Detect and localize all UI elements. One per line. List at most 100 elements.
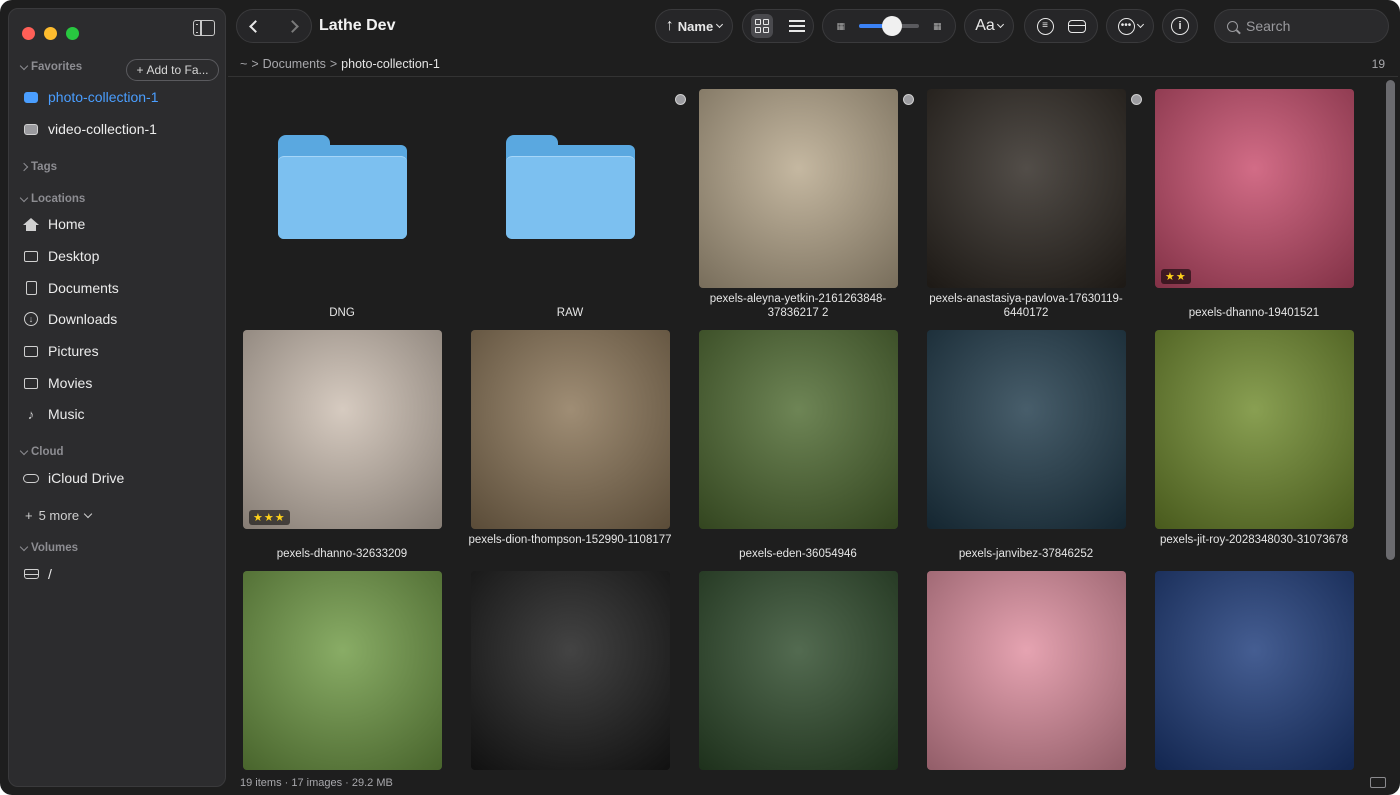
search-icon xyxy=(1227,20,1238,32)
image-thumbnail xyxy=(243,571,442,770)
cloud-icon xyxy=(23,470,39,486)
search-field[interactable]: Search xyxy=(1214,9,1389,43)
film-icon xyxy=(23,121,39,137)
chevron-down-icon xyxy=(996,20,1004,29)
breadcrumb-current[interactable]: photo-collection-1 xyxy=(341,57,440,71)
image-item[interactable] xyxy=(228,559,456,771)
thumbnail-size-slider[interactable] xyxy=(859,16,919,36)
info-icon: i xyxy=(1171,17,1189,35)
toolbar: Lathe Dev ↑ Name ▦ ▦ Aa ≡ ••• i Search xyxy=(226,0,1400,52)
image-thumbnail xyxy=(699,330,898,529)
sidebar-item-home[interactable]: Home xyxy=(23,211,219,237)
chevron-down-icon xyxy=(716,20,724,29)
image-item[interactable] xyxy=(1140,559,1368,771)
list-view-icon[interactable] xyxy=(789,20,805,32)
thumbnail-size-control: ▦ ▦ xyxy=(822,9,956,43)
locations-section-header[interactable]: Locations xyxy=(19,193,85,205)
sidebar-item-pictures[interactable]: Pictures xyxy=(23,338,219,364)
window-title: Lathe Dev xyxy=(319,17,396,34)
status-bar-text: 19 items · 17 images · 29.2 MB xyxy=(240,777,393,789)
small-grid-icon: ▦ xyxy=(836,20,845,31)
keyboard-icon[interactable] xyxy=(1370,777,1386,788)
breadcrumb-documents[interactable]: Documents xyxy=(263,57,326,71)
back-arrow-icon[interactable] xyxy=(249,19,262,33)
sidebar: Favorites + Add to Fa... photo-collectio… xyxy=(8,8,226,787)
desktop-icon xyxy=(23,248,39,264)
film-icon xyxy=(23,375,39,391)
nav-buttons xyxy=(236,9,312,43)
item-name: pexels-aleyna-yetkin-2161263848-37836217… xyxy=(709,293,887,319)
drive-icon xyxy=(23,566,39,582)
sort-button[interactable]: ↑ Name xyxy=(655,9,733,43)
vertical-scrollbar[interactable] xyxy=(1386,80,1395,560)
sidebar-toggle-icon[interactable] xyxy=(193,20,215,36)
add-to-favorites-button[interactable]: + Add to Fa... xyxy=(126,59,219,81)
volumes-section-header[interactable]: Volumes xyxy=(19,542,78,554)
image-thumbnail xyxy=(1155,330,1354,529)
close-button[interactable] xyxy=(22,27,35,40)
image-item[interactable] xyxy=(684,559,912,771)
more-actions-button[interactable]: ••• xyxy=(1106,9,1154,43)
grid-view-icon[interactable] xyxy=(751,14,773,38)
sidebar-item-icloud-drive[interactable]: iCloud Drive xyxy=(23,465,219,491)
image-item[interactable]: pexels-janvibez-37846252 xyxy=(912,318,1140,560)
image-item[interactable]: pexels-dion-thompson-152990-1108177 xyxy=(456,318,684,559)
sidebar-item-video-collection-1[interactable]: video-collection-1 xyxy=(23,116,219,142)
tags-section-header[interactable]: Tags xyxy=(19,161,57,173)
font-button[interactable]: Aa xyxy=(964,9,1014,43)
image-item[interactable]: pexels-aleyna-yetkin-2161263848-37836217… xyxy=(675,77,912,319)
breadcrumb: ~ > Documents > photo-collection-1 xyxy=(240,57,440,71)
info-button[interactable]: i xyxy=(1162,9,1198,43)
document-icon xyxy=(23,280,39,296)
large-grid-icon: ▦ xyxy=(933,20,942,31)
house-icon xyxy=(23,216,39,232)
sidebar-item-photo-collection-1[interactable]: photo-collection-1 xyxy=(23,84,219,110)
folder-item[interactable]: DNG xyxy=(228,77,456,319)
music-note-icon: ♪ xyxy=(27,406,35,422)
image-item[interactable]: pexels-anastasiya-pavlova-17630119-64401… xyxy=(903,77,1140,319)
image-thumbnail xyxy=(471,330,670,529)
folder-item[interactable]: RAW xyxy=(456,77,684,319)
slider-knob[interactable] xyxy=(882,16,902,36)
image-item[interactable] xyxy=(912,559,1140,771)
image-item[interactable]: ★★ pexels-dhanno-19401521 xyxy=(1131,77,1368,319)
photo-stack-icon xyxy=(23,89,39,105)
sidebar-item-movies[interactable]: Movies xyxy=(23,370,219,396)
image-thumbnail xyxy=(1155,571,1354,770)
sidebar-item-root-volume[interactable]: / xyxy=(23,561,219,587)
image-thumbnail xyxy=(699,89,898,288)
item-name: pexels-anastasiya-pavlova-17630119-64401… xyxy=(929,293,1123,319)
chevron-down-icon xyxy=(19,446,29,455)
cloud-section-header[interactable]: Cloud xyxy=(19,446,64,458)
image-item[interactable]: ★★★ pexels-dhanno-32633209 xyxy=(228,318,456,560)
selection-indicator[interactable] xyxy=(1131,94,1142,105)
image-item[interactable] xyxy=(456,559,684,771)
show-more-button[interactable]: + 5 more xyxy=(25,508,93,523)
item-count: 19 xyxy=(1371,57,1385,71)
tray-icon[interactable] xyxy=(1067,19,1086,33)
zoom-button[interactable] xyxy=(66,27,79,40)
sidebar-item-documents[interactable]: Documents xyxy=(23,275,219,301)
chevron-down-icon xyxy=(19,61,29,70)
view-mode-control xyxy=(742,9,814,43)
plus-icon: + xyxy=(136,63,144,77)
image-item[interactable]: pexels-eden-36054946 xyxy=(684,318,912,560)
forward-arrow-icon[interactable] xyxy=(286,19,299,33)
chevron-right-icon xyxy=(19,162,29,172)
folder-icon xyxy=(506,135,635,239)
image-item[interactable]: pexels-jit-roy-2028348030-31073678 xyxy=(1140,318,1368,559)
selection-indicator[interactable] xyxy=(903,94,914,105)
favorites-section-header[interactable]: Favorites xyxy=(19,61,82,73)
breadcrumb-separator: > xyxy=(251,57,259,71)
filter-lines-icon[interactable]: ≡ xyxy=(1036,17,1054,35)
breadcrumb-separator: > xyxy=(329,57,338,71)
minimize-button[interactable] xyxy=(44,27,57,40)
ellipsis-icon: ••• xyxy=(1117,17,1135,35)
rating-stars: ★★★ xyxy=(249,510,290,525)
breadcrumb-root[interactable]: ~ xyxy=(240,57,247,71)
folder-icon xyxy=(278,135,407,239)
sidebar-item-music[interactable]: ♪ Music xyxy=(23,401,219,427)
sidebar-item-downloads[interactable]: ↓ Downloads xyxy=(23,306,219,332)
selection-indicator[interactable] xyxy=(675,94,686,105)
sidebar-item-desktop[interactable]: Desktop xyxy=(23,243,219,269)
